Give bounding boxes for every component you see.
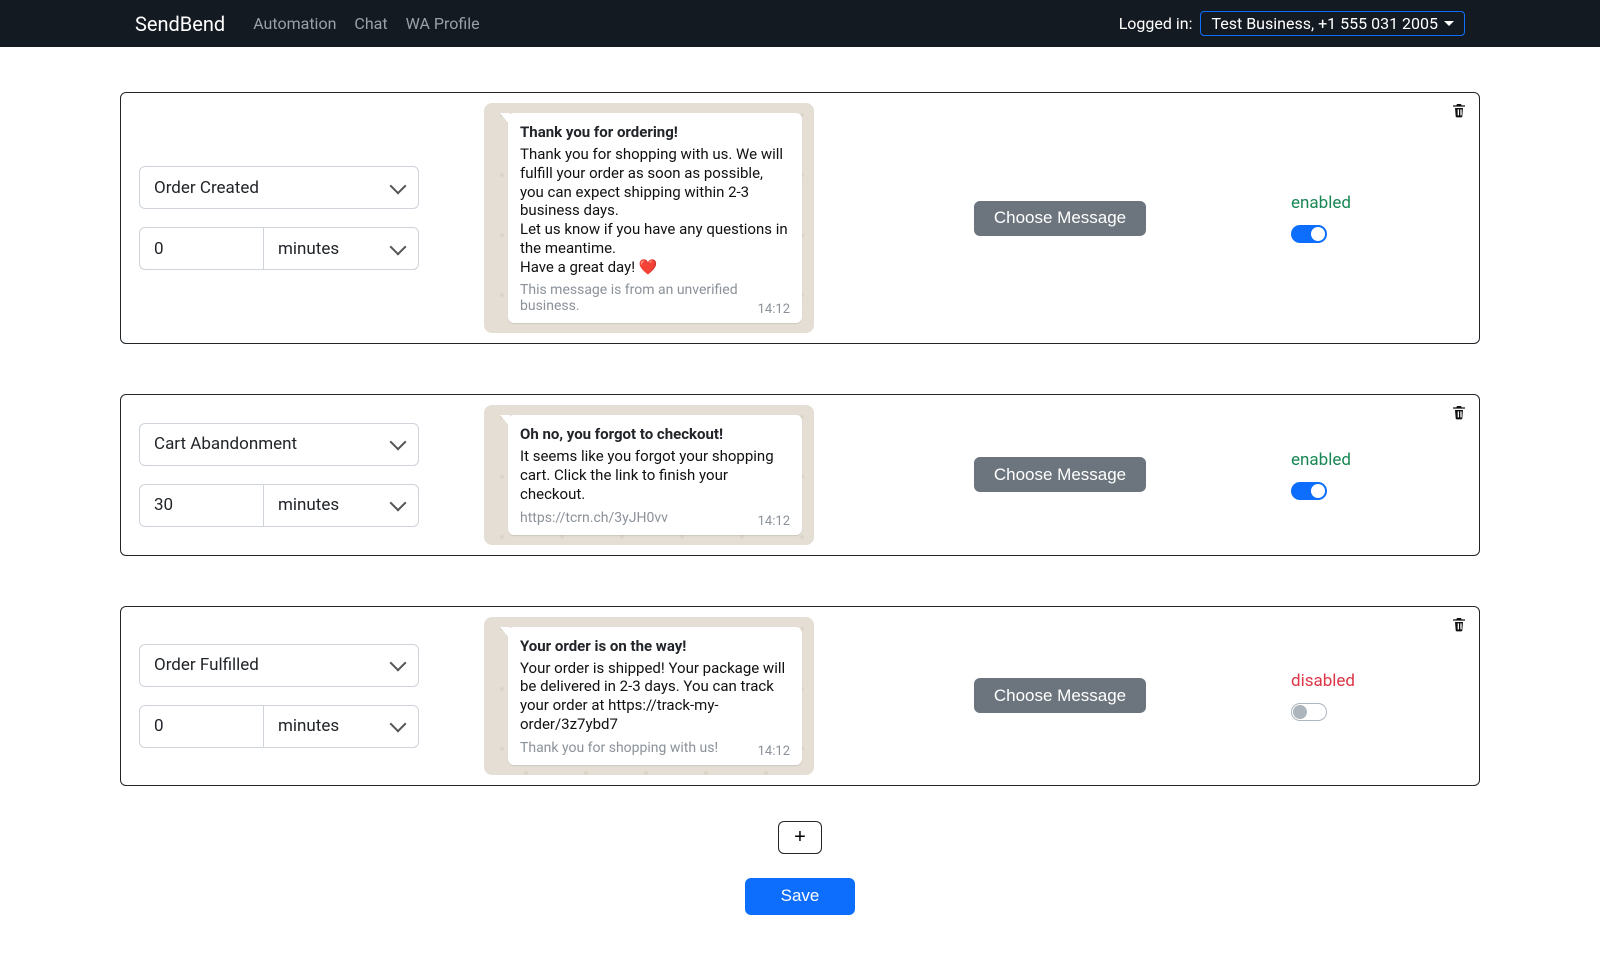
trash-icon: [1451, 403, 1467, 421]
delete-rule-button[interactable]: [1451, 615, 1467, 637]
automation-rule-card: Cart Abandonment 30 minutes Oh no, you f…: [120, 394, 1480, 555]
delete-rule-button[interactable]: [1451, 403, 1467, 425]
message-preview: Thank you for ordering! Thank you for sh…: [484, 103, 814, 333]
whatsapp-bubble: Thank you for ordering! Thank you for sh…: [508, 113, 802, 323]
message-preview: Oh no, you forgot to checkout! It seems …: [484, 405, 814, 544]
delay-unit-select[interactable]: minutes: [264, 705, 419, 748]
trigger-value: Order Created: [154, 178, 259, 198]
status-label: enabled: [1291, 193, 1351, 213]
nav-automation[interactable]: Automation: [253, 14, 336, 33]
trigger-select[interactable]: Order Fulfilled: [139, 644, 419, 687]
brand[interactable]: SendBend: [135, 12, 225, 36]
message-title: Oh no, you forgot to checkout!: [520, 425, 790, 443]
automation-rules-page: Order Created 0 minutes Thank you for or…: [0, 47, 1600, 955]
whatsapp-bubble: Your order is on the way! Your order is …: [508, 627, 802, 765]
delay-value-input[interactable]: 0: [139, 705, 264, 748]
automation-rule-card: Order Created 0 minutes Thank you for or…: [120, 92, 1480, 344]
trigger-select[interactable]: Order Created: [139, 166, 419, 209]
enable-toggle[interactable]: [1291, 225, 1327, 243]
delay-value-input[interactable]: 0: [139, 227, 264, 270]
chevron-down-icon: [390, 716, 407, 733]
trigger-value: Order Fulfilled: [154, 655, 259, 675]
chevron-down-icon: [390, 434, 407, 451]
delay-unit-select[interactable]: minutes: [264, 484, 419, 527]
account-dropdown[interactable]: Test Business, +1 555 031 2005: [1200, 11, 1465, 36]
caret-down-icon: [1444, 21, 1454, 26]
choose-message-button[interactable]: Choose Message: [974, 678, 1146, 713]
status-label: enabled: [1291, 450, 1351, 470]
message-preview: Your order is on the way! Your order is …: [484, 617, 814, 775]
nav-wa-profile[interactable]: WA Profile: [406, 14, 480, 33]
nav-links: Automation Chat WA Profile: [253, 14, 479, 33]
account-name: Test Business, +1 555 031 2005: [1211, 14, 1438, 33]
trigger-value: Cart Abandonment: [154, 434, 297, 454]
message-body: Thank you for shopping with us. We will …: [520, 145, 790, 276]
top-navbar: SendBend Automation Chat WA Profile Logg…: [0, 0, 1600, 47]
chevron-down-icon: [390, 177, 407, 194]
trash-icon: [1451, 101, 1467, 119]
choose-message-button[interactable]: Choose Message: [974, 457, 1146, 492]
message-title: Your order is on the way!: [520, 637, 790, 655]
chevron-down-icon: [390, 238, 407, 255]
delay-value-input[interactable]: 30: [139, 484, 264, 527]
status-label: disabled: [1291, 671, 1355, 691]
whatsapp-bubble: Oh no, you forgot to checkout! It seems …: [508, 415, 802, 534]
nav-chat[interactable]: Chat: [354, 14, 387, 33]
chevron-down-icon: [390, 655, 407, 672]
delete-rule-button[interactable]: [1451, 101, 1467, 123]
message-body: Your order is shipped! Your package will…: [520, 659, 790, 734]
choose-message-button[interactable]: Choose Message: [974, 201, 1146, 236]
enable-toggle[interactable]: [1291, 482, 1327, 500]
automation-rule-card: Order Fulfilled 0 minutes Your order is …: [120, 606, 1480, 786]
enable-toggle[interactable]: [1291, 703, 1327, 721]
logged-in-label: Logged in:: [1119, 14, 1193, 33]
trigger-select[interactable]: Cart Abandonment: [139, 423, 419, 466]
add-rule-button[interactable]: +: [778, 821, 822, 854]
save-button[interactable]: Save: [745, 878, 856, 915]
trash-icon: [1451, 615, 1467, 633]
delay-unit-select[interactable]: minutes: [264, 227, 419, 270]
message-body: It seems like you forgot your shopping c…: [520, 447, 790, 503]
chevron-down-icon: [390, 495, 407, 512]
message-title: Thank you for ordering!: [520, 123, 790, 141]
